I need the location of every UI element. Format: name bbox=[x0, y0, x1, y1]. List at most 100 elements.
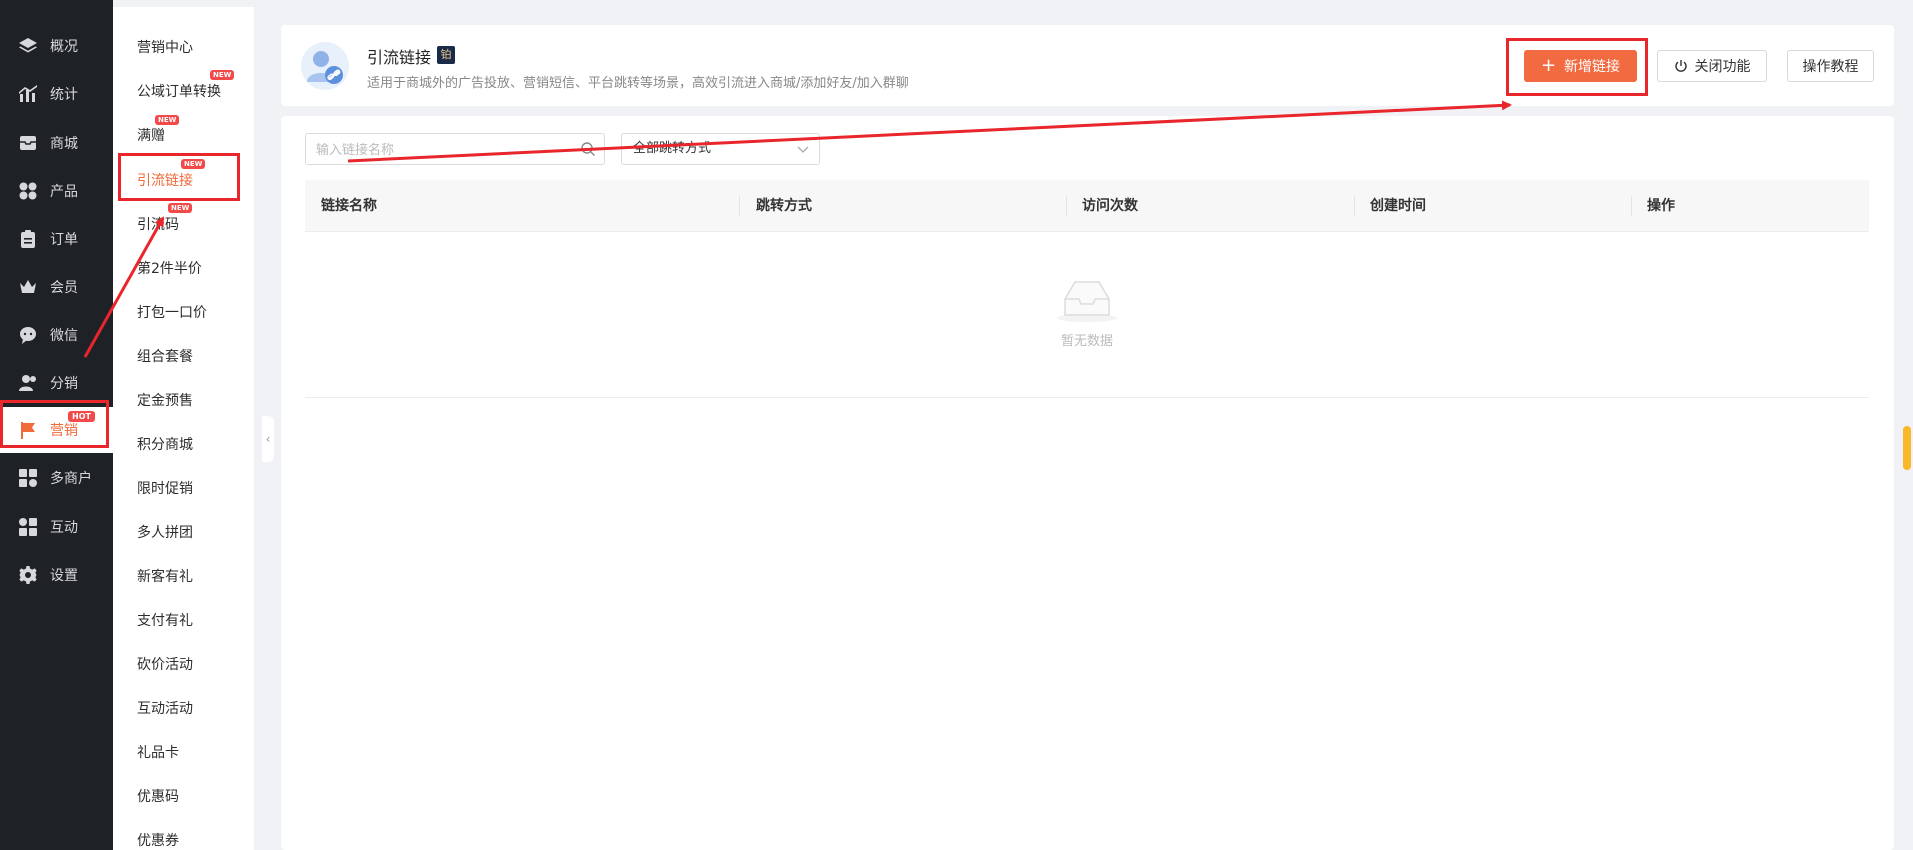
subnav-item-gift-card[interactable]: 礼品卡 bbox=[137, 742, 179, 762]
subnav-item-pay-gift[interactable]: 支付有礼 bbox=[137, 610, 193, 630]
new-badge: NEW bbox=[155, 115, 180, 125]
jump-type-value: 全部跳转方式 bbox=[633, 141, 712, 156]
collapse-handle[interactable]: ‹ bbox=[262, 416, 274, 462]
add-link-label: 新增链接 bbox=[1564, 59, 1621, 75]
subnav-label: 公域订单转换 bbox=[137, 84, 221, 100]
subnav-item-presale[interactable]: 定金预售 bbox=[137, 390, 193, 410]
add-link-button[interactable]: + 新增链接 bbox=[1524, 50, 1637, 82]
users-icon bbox=[18, 373, 38, 393]
nav-item-overview[interactable]: 概况 bbox=[0, 23, 113, 69]
chevron-left-icon: ‹ bbox=[265, 432, 271, 446]
nav-item-products[interactable]: 产品 bbox=[0, 168, 113, 214]
nav-item-settings[interactable]: 设置 bbox=[0, 552, 113, 598]
table-divider bbox=[305, 397, 1869, 398]
gear-icon bbox=[18, 565, 38, 585]
flag-icon bbox=[18, 420, 38, 440]
column-header-actions: 操作 bbox=[1647, 198, 1675, 214]
nav-label: 商城 bbox=[50, 136, 78, 152]
new-badge: NEW bbox=[168, 203, 193, 213]
subnav-item-gift[interactable]: 满赠 bbox=[137, 125, 165, 145]
column-divider bbox=[1631, 196, 1632, 216]
subnav-label: 满赠 bbox=[137, 128, 165, 144]
subnav-item-traffic-link[interactable]: 引流链接 bbox=[137, 170, 193, 190]
chat-icon bbox=[18, 325, 38, 345]
close-feature-label: 关闭功能 bbox=[1694, 59, 1751, 75]
nav-label: 微信 bbox=[50, 328, 78, 344]
nav-label: 订单 bbox=[50, 232, 78, 248]
subnav-item-group-buy[interactable]: 多人拼团 bbox=[137, 522, 193, 542]
close-feature-button[interactable]: 关闭功能 bbox=[1657, 50, 1767, 82]
empty-state-text: 暂无数据 bbox=[1060, 334, 1113, 349]
subnav-item-bargain[interactable]: 砍价活动 bbox=[137, 654, 193, 674]
nav-item-wechat[interactable]: 微信 bbox=[0, 312, 113, 358]
main-sidebar: 概况 统计 商城 产品 订单 会员 微信 分销 营销 HOT 多商户 互动 设置 bbox=[0, 0, 113, 850]
tutorial-button[interactable]: 操作教程 bbox=[1787, 50, 1874, 82]
nav-label: 产品 bbox=[50, 184, 78, 200]
nav-item-mall[interactable]: 商城 bbox=[0, 120, 113, 166]
plan-badge: 铂 bbox=[437, 46, 455, 64]
subnav-item-interactive[interactable]: 互动活动 bbox=[137, 698, 193, 718]
empty-inbox-icon bbox=[1057, 281, 1117, 322]
new-badge: NEW bbox=[181, 159, 206, 169]
subnav-item-public-order[interactable]: 公域订单转换 bbox=[137, 81, 221, 101]
power-icon bbox=[1674, 60, 1687, 72]
search-input[interactable] bbox=[316, 134, 566, 164]
page-title: 引流链接 bbox=[367, 48, 432, 67]
column-header-jump-type: 跳转方式 bbox=[756, 198, 812, 214]
hot-badge: HOT bbox=[68, 411, 95, 422]
column-header-visits: 访问次数 bbox=[1082, 198, 1138, 214]
nav-item-stats[interactable]: 统计 bbox=[0, 71, 113, 117]
marketing-subnav: 营销中心 公域订单转换 NEW 满赠 NEW 引流链接 NEW 引流码 NEW … bbox=[113, 7, 254, 850]
nav-label: 分销 bbox=[50, 376, 78, 392]
search-icon[interactable] bbox=[580, 141, 596, 157]
nav-label: 统计 bbox=[50, 87, 78, 103]
nav-item-interaction[interactable]: 互动 bbox=[0, 504, 113, 550]
subnav-item-bundle-price[interactable]: 打包一口价 bbox=[137, 302, 207, 322]
plus-icon: + bbox=[1540, 55, 1557, 76]
subnav-item-second-half[interactable]: 第2件半价 bbox=[137, 258, 202, 278]
page-header: 引流链接 铂 适用于商城外的广告投放、营销短信、平台跳转等场景，高效引流进入商城… bbox=[281, 25, 1894, 106]
column-divider bbox=[739, 196, 740, 216]
nav-label: 营销 bbox=[50, 423, 78, 439]
column-header-created: 创建时间 bbox=[1370, 198, 1426, 214]
column-divider bbox=[1066, 196, 1067, 216]
nav-item-multi-merchant[interactable]: 多商户 bbox=[0, 455, 113, 501]
mail-icon bbox=[18, 133, 38, 153]
subnav-item-marketing-center[interactable]: 营销中心 bbox=[137, 37, 193, 57]
layers-icon bbox=[18, 36, 38, 56]
nav-item-orders[interactable]: 订单 bbox=[0, 216, 113, 262]
nav-item-marketing[interactable]: 营销 HOT bbox=[0, 407, 113, 453]
chart-icon bbox=[18, 84, 38, 104]
chevron-down-icon bbox=[797, 146, 809, 153]
store-icon bbox=[18, 468, 38, 488]
nav-label: 概况 bbox=[50, 39, 78, 55]
page-scrollbar[interactable] bbox=[1903, 0, 1913, 850]
subnav-item-promo-code[interactable]: 优惠码 bbox=[137, 786, 179, 806]
nav-label: 多商户 bbox=[50, 471, 92, 487]
column-header-name: 链接名称 bbox=[321, 198, 377, 214]
subnav-item-traffic-code[interactable]: 引流码 bbox=[137, 214, 179, 234]
subnav-label: 引流链接 bbox=[137, 173, 193, 189]
column-divider bbox=[1354, 196, 1355, 216]
subnav-item-flash-sale[interactable]: 限时促销 bbox=[137, 478, 193, 498]
subnav-item-new-customer[interactable]: 新客有礼 bbox=[137, 566, 193, 586]
new-badge: NEW bbox=[210, 70, 235, 80]
search-box bbox=[305, 133, 605, 165]
nav-item-distribution[interactable]: 分销 bbox=[0, 360, 113, 406]
page-description: 适用于商城外的广告投放、营销短信、平台跳转等场景，高效引流进入商城/添加好友/加… bbox=[367, 76, 909, 91]
scrollbar-thumb[interactable] bbox=[1903, 426, 1911, 470]
subnav-label: 引流码 bbox=[137, 217, 179, 233]
table-header: 链接名称 跳转方式 访问次数 创建时间 操作 bbox=[305, 180, 1869, 232]
interact-icon bbox=[18, 517, 38, 537]
nav-label: 设置 bbox=[50, 568, 78, 584]
clipboard-icon bbox=[18, 229, 38, 249]
link-avatar-icon bbox=[301, 42, 349, 90]
jump-type-select[interactable]: 全部跳转方式 bbox=[621, 133, 820, 165]
subnav-item-combo[interactable]: 组合套餐 bbox=[137, 346, 193, 366]
nav-label: 互动 bbox=[50, 520, 78, 536]
nav-item-members[interactable]: 会员 bbox=[0, 264, 113, 310]
crown-icon bbox=[18, 277, 38, 297]
main-content: 全部跳转方式 链接名称 跳转方式 访问次数 创建时间 操作 暂无数据 bbox=[281, 116, 1894, 850]
subnav-item-coupon[interactable]: 优惠券 bbox=[137, 830, 179, 850]
subnav-item-points-mall[interactable]: 积分商城 bbox=[137, 434, 193, 454]
